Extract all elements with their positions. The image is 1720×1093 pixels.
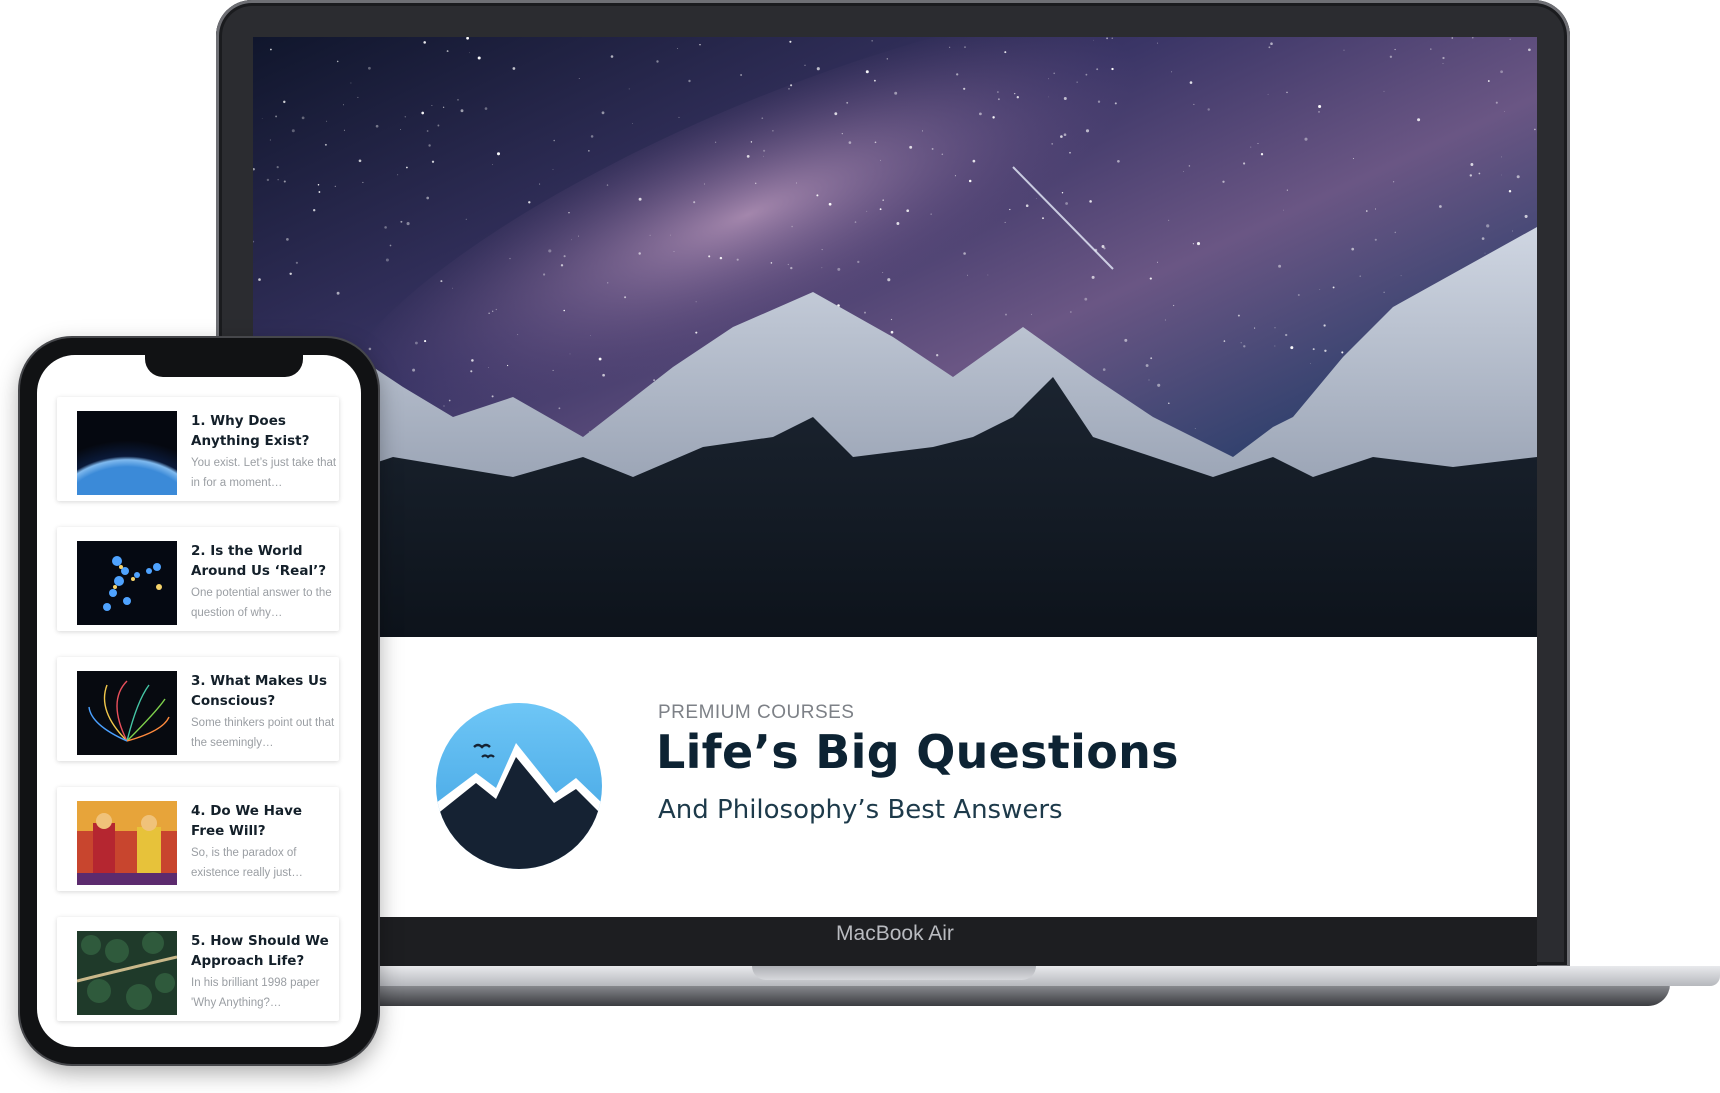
lesson-title: 5. How Should We Approach Life? <box>191 933 329 969</box>
phone-screen: 1. Why Does Anything Exist? You exist. L… <box>37 355 361 1047</box>
neural-brain-image <box>77 671 177 755</box>
lesson-card[interactable]: 1. Why Does Anything Exist? You exist. L… <box>57 397 339 501</box>
lesson-excerpt: In his brilliant 1998 paper 'Why Anythin… <box>191 977 320 1009</box>
laptop-brand-label: MacBook Air <box>836 922 954 945</box>
starry-mountains-image <box>253 37 1537 637</box>
laptop-hinge-notch <box>752 966 1036 980</box>
hero-image <box>253 37 1537 637</box>
mountain-circle-icon <box>436 703 602 869</box>
earth-from-space-image <box>77 411 177 495</box>
laptop-chin: MacBook Air <box>253 917 1537 968</box>
lesson-title: 4. Do We Have Free Will? <box>191 803 303 839</box>
phone-frame: 1. Why Does Anything Exist? You exist. L… <box>20 338 378 1064</box>
course-subtitle: And Philosophy’s Best Answers <box>658 795 1063 825</box>
lesson-card[interactable]: 2. Is the World Around Us ‘Real’? One po… <box>57 527 339 631</box>
lesson-list: 1. Why Does Anything Exist? You exist. L… <box>57 397 343 1047</box>
lesson-excerpt: One potential answer to the question of … <box>191 587 332 619</box>
course-eyebrow: PREMIUM COURSES <box>658 702 855 723</box>
puppets-image <box>77 801 177 885</box>
lesson-title: 3. What Makes Us Conscious? <box>191 673 328 709</box>
lesson-card[interactable]: 5. How Should We Approach Life? In his b… <box>57 917 339 1021</box>
lesson-excerpt: So, is the paradox of existence really j… <box>191 847 303 879</box>
course-banner: PREMIUM COURSES Life’s Big Questions And… <box>253 637 1537 917</box>
lesson-card[interactable]: 3. What Makes Us Conscious? Some thinker… <box>57 657 339 761</box>
lesson-title: 2. Is the World Around Us ‘Real’? <box>191 543 327 579</box>
glowing-figure-image <box>77 541 177 625</box>
lesson-title: 1. Why Does Anything Exist? <box>191 413 310 449</box>
lesson-excerpt: Some thinkers point out that the seeming… <box>191 717 335 749</box>
phone-notch <box>145 355 303 377</box>
laptop-base-shadow <box>230 984 1670 1006</box>
course-title: Life’s Big Questions <box>656 725 1179 779</box>
laptop-screen: PREMIUM COURSES Life’s Big Questions And… <box>253 37 1537 917</box>
lesson-excerpt: You exist. Let’s just take that in for a… <box>191 457 337 489</box>
forest-road-image <box>77 931 177 1015</box>
lesson-card[interactable]: 4. Do We Have Free Will? So, is the para… <box>57 787 339 891</box>
